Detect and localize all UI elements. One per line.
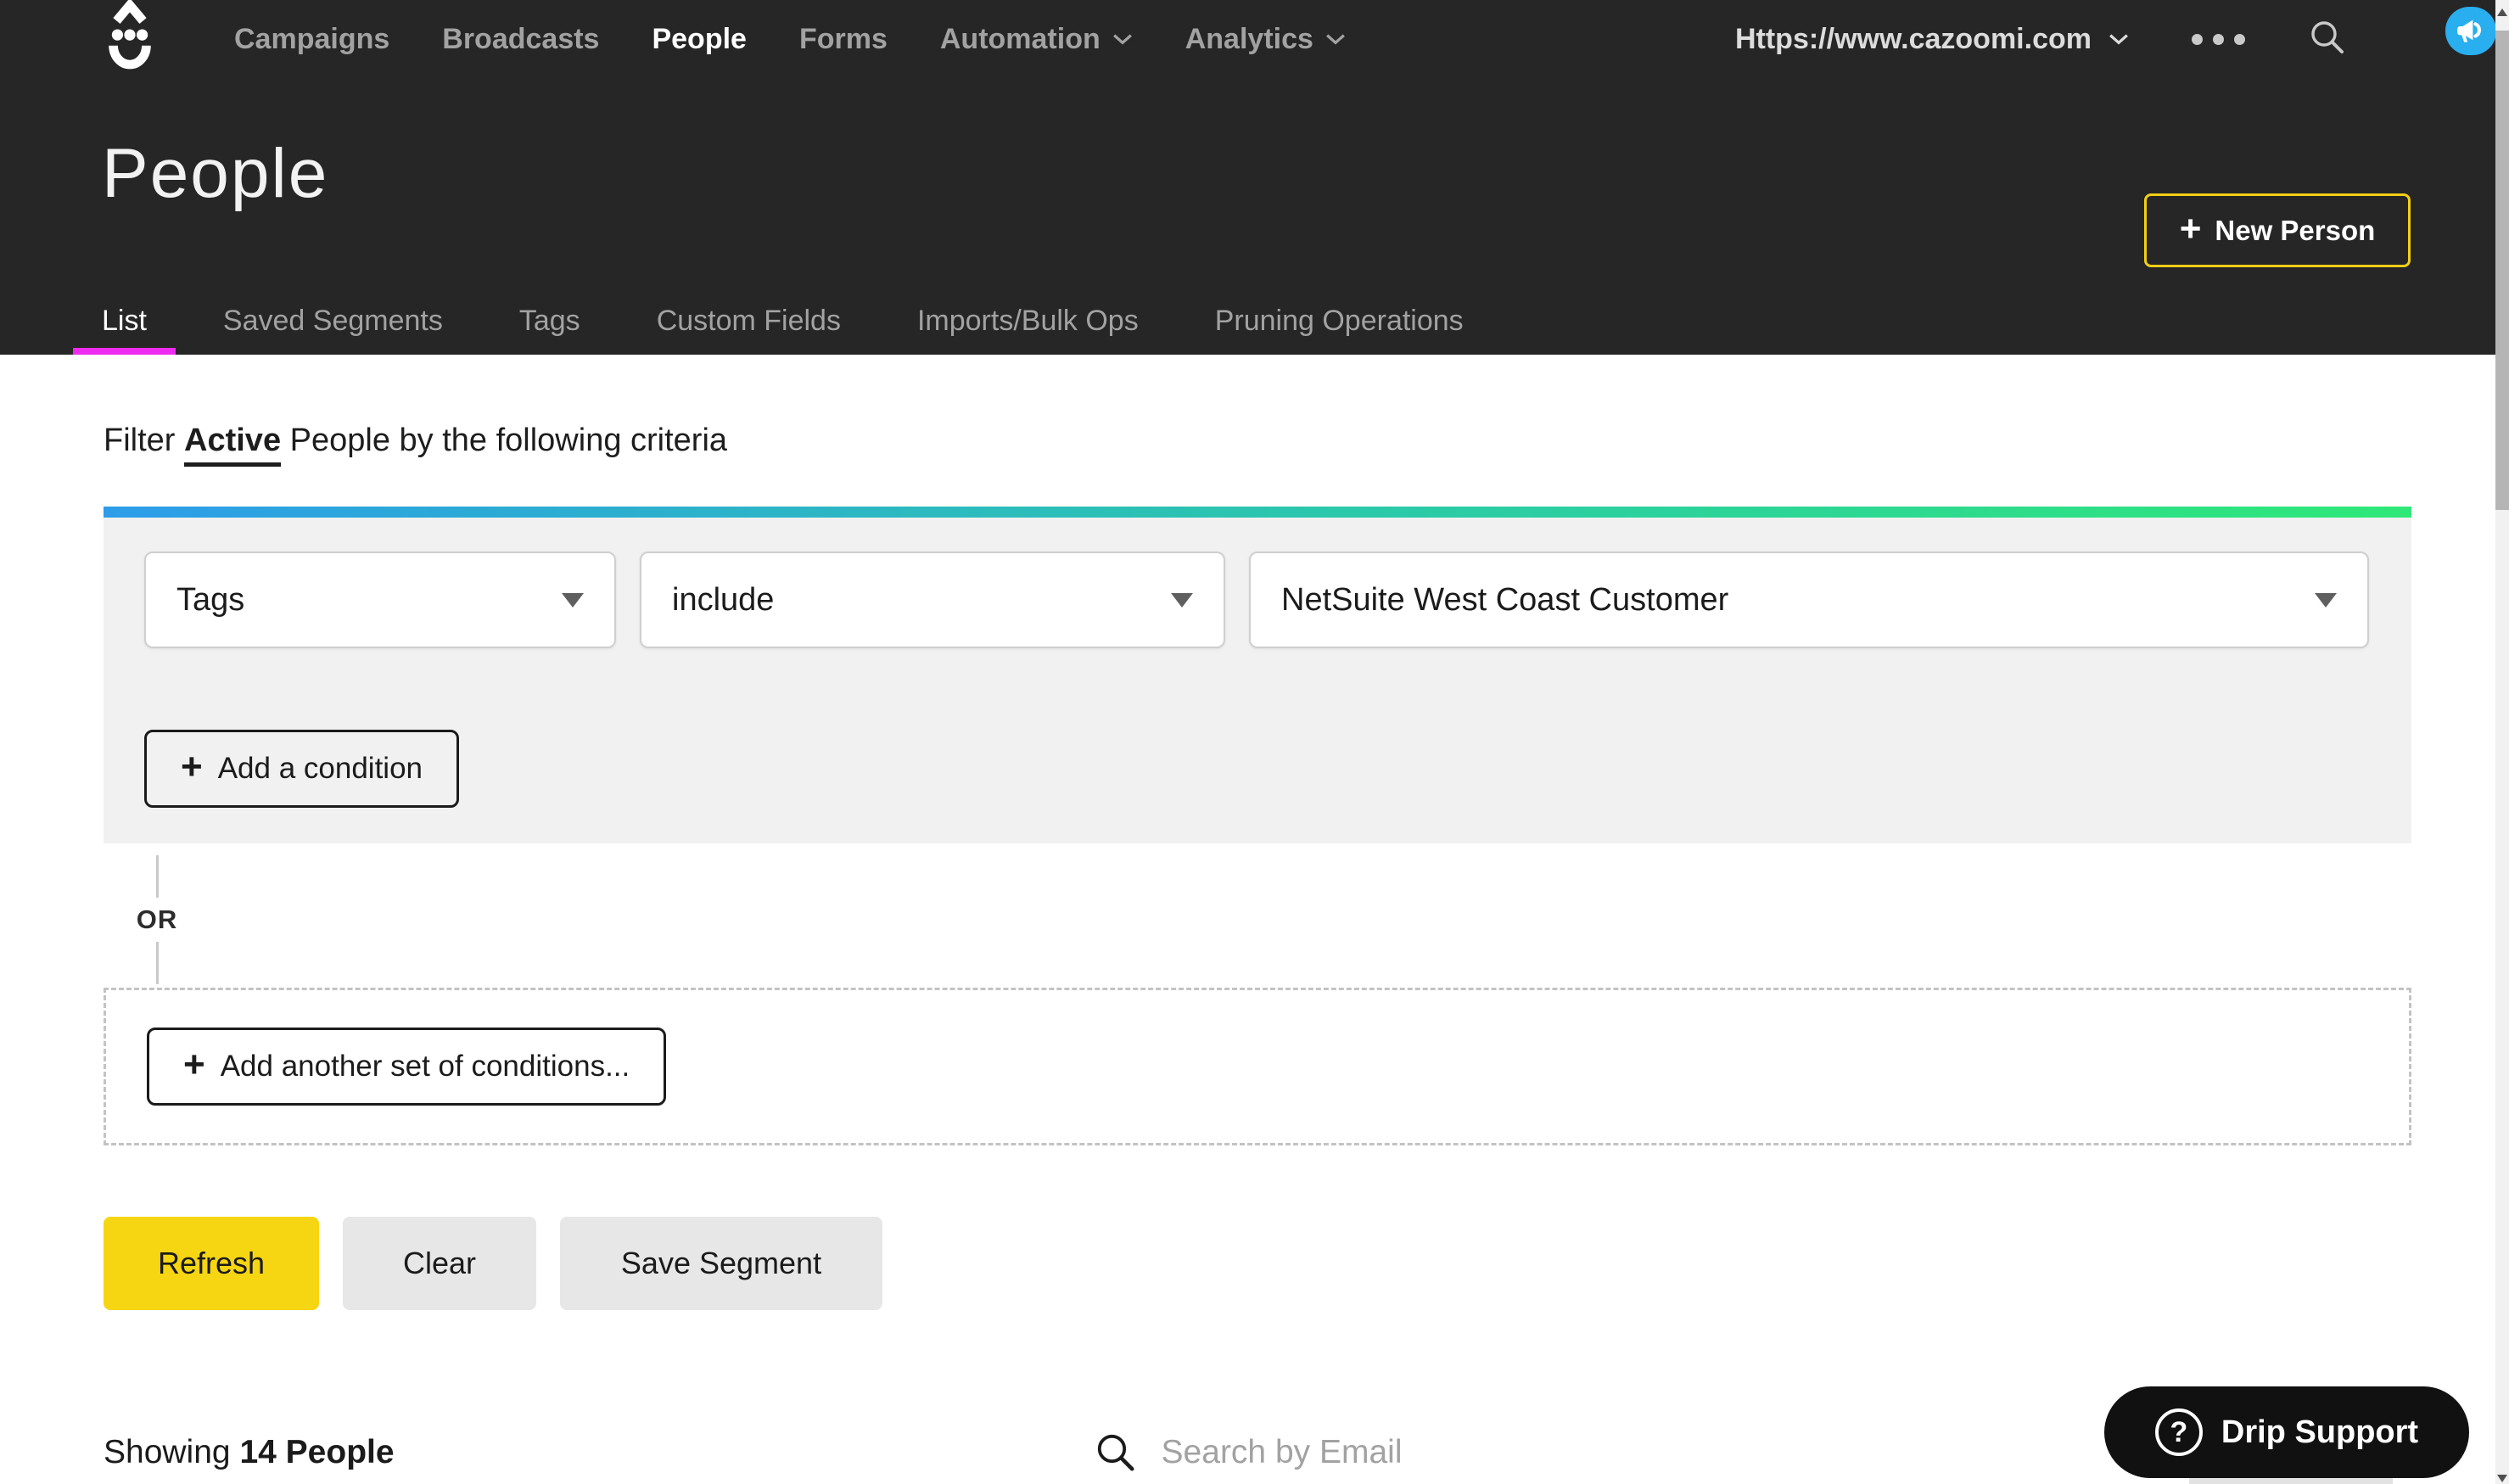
field-dropdown[interactable]: Tags — [144, 552, 616, 648]
condition-set-placeholder: + Add another set of conditions... — [104, 988, 2411, 1145]
nav-right-cluster: Https://www.cazoomi.com — [1735, 18, 2347, 61]
plus-icon: + — [181, 746, 203, 787]
dropdown-caret-icon — [562, 592, 584, 608]
search-by-email-input[interactable] — [1161, 1434, 1688, 1471]
app-header: Campaigns Broadcasts People Forms Automa… — [0, 0, 2496, 355]
megaphone-icon — [2457, 20, 2482, 42]
tab-saved-segments[interactable]: Saved Segments — [194, 287, 472, 355]
add-condition-set-button[interactable]: + Add another set of conditions... — [147, 1028, 667, 1106]
tab-custom-fields[interactable]: Custom Fields — [628, 287, 870, 355]
action-row: Refresh Clear Save Segment — [104, 1217, 2509, 1310]
primary-nav: Campaigns Broadcasts People Forms Automa… — [234, 23, 1346, 56]
chevron-down-icon — [2109, 34, 2128, 45]
add-condition-button[interactable]: + Add a condition — [144, 730, 459, 808]
question-mark-icon: ? — [2154, 1408, 2203, 1456]
plus-icon: + — [2179, 207, 2202, 249]
save-segment-button[interactable]: Save Segment — [560, 1217, 882, 1310]
chevron-down-icon — [1112, 34, 1132, 45]
scrollbar[interactable] — [2495, 0, 2509, 1484]
drip-support-button[interactable]: ? Drip Support — [2104, 1386, 2469, 1478]
page-title: People — [102, 135, 329, 212]
more-menu-button[interactable] — [2188, 25, 2249, 53]
tab-tags[interactable]: Tags — [490, 287, 609, 355]
operator-dropdown[interactable]: include — [640, 552, 1225, 648]
nav-item-analytics[interactable]: Analytics — [1185, 23, 1346, 56]
notifications-badge[interactable] — [2445, 7, 2496, 55]
drip-logo-icon — [109, 0, 151, 70]
tab-list[interactable]: List — [73, 287, 176, 355]
value-dropdown[interactable]: NetSuite West Coast Customer — [1249, 552, 2369, 648]
chevron-down-icon — [1326, 34, 1345, 45]
search-icon — [1097, 1434, 1134, 1471]
nav-item-people[interactable]: People — [652, 23, 746, 56]
status-filter-dropdown[interactable]: Active — [184, 423, 282, 467]
condition-panel: Tags include NetSuite West Coast Custome… — [104, 507, 2411, 843]
dropdown-caret-icon — [2315, 592, 2337, 608]
tab-imports-bulk-ops[interactable]: Imports/Bulk Ops — [888, 287, 1168, 355]
filter-sentence: Filter Active People by the following cr… — [104, 423, 2509, 467]
dropdown-caret-icon — [1171, 592, 1193, 608]
nav-item-automation[interactable]: Automation — [940, 23, 1133, 56]
plus-icon: + — [183, 1044, 205, 1085]
new-person-button[interactable]: + New Person — [2144, 193, 2411, 267]
email-search — [1094, 1431, 1688, 1475]
or-divider: OR — [127, 855, 187, 984]
search-icon — [2311, 20, 2344, 53]
nav-item-forms[interactable]: Forms — [799, 23, 888, 56]
or-label: OR — [136, 904, 178, 934]
panel-gradient-bar — [104, 507, 2411, 518]
clear-button[interactable]: Clear — [343, 1217, 536, 1310]
scrollbar-up-arrow[interactable] — [2497, 8, 2507, 16]
drip-logo[interactable] — [100, 0, 160, 74]
scrollbar-down-arrow[interactable] — [2497, 1475, 2507, 1482]
account-switcher[interactable]: Https://www.cazoomi.com — [1735, 23, 2129, 56]
refresh-button[interactable]: Refresh — [104, 1217, 319, 1310]
top-nav: Campaigns Broadcasts People Forms Automa… — [0, 0, 2495, 78]
people-tabs: List Saved Segments Tags Custom Fields I… — [73, 287, 1493, 355]
search-button[interactable] — [2308, 18, 2347, 61]
nav-item-campaigns[interactable]: Campaigns — [234, 23, 389, 56]
ellipsis-icon — [2192, 33, 2203, 45]
condition-row: Tags include NetSuite West Coast Custome… — [144, 552, 2371, 648]
scrollbar-thumb[interactable] — [2495, 31, 2509, 510]
tab-pruning-operations[interactable]: Pruning Operations — [1186, 287, 1493, 355]
results-summary: Showing 14 People — [104, 1434, 395, 1470]
nav-item-broadcasts[interactable]: Broadcasts — [442, 23, 599, 56]
